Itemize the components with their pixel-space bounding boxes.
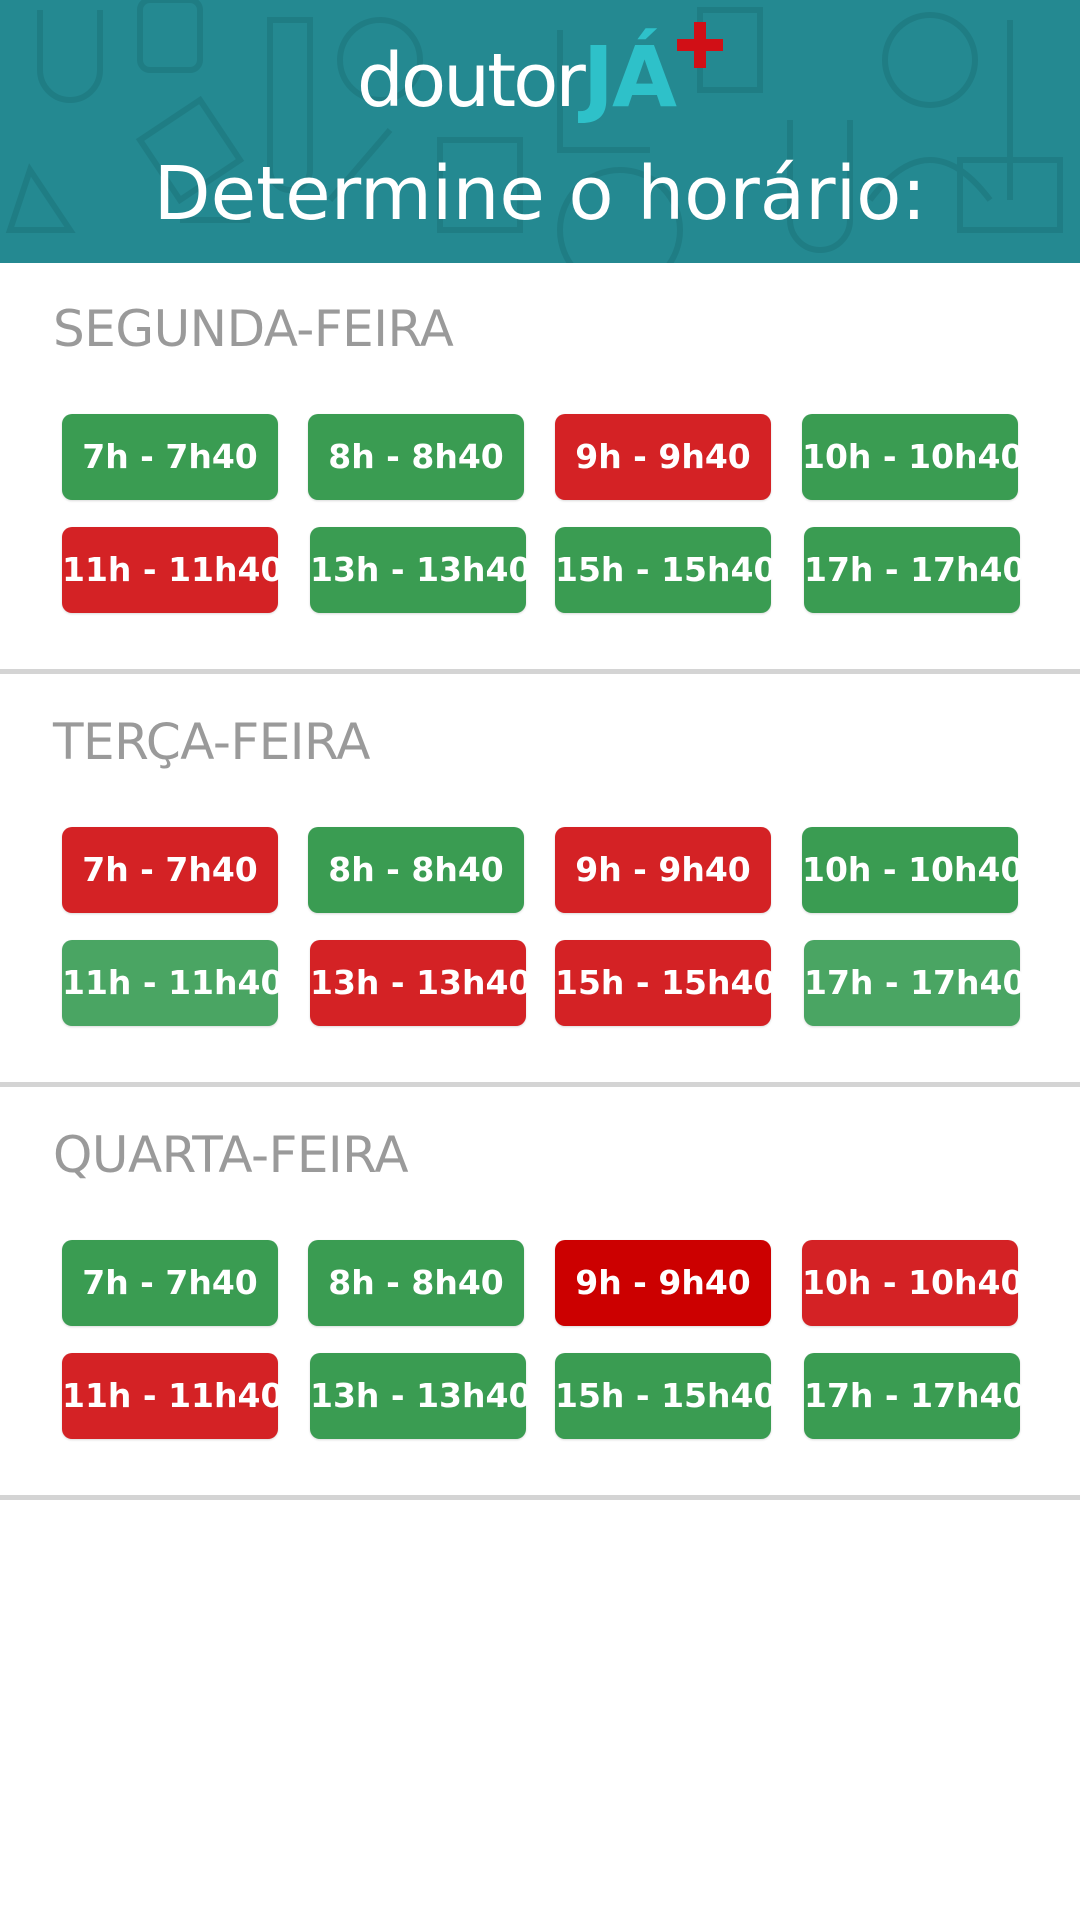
time-slot-button[interactable]: 13h - 13h40 (310, 1353, 531, 1439)
day-section: QUARTA-FEIRA 7h - 7h40 8h - 8h40 9h - 9h40 1… (0, 1089, 1080, 1502)
time-slot-button[interactable]: 15h - 15h40 (555, 940, 776, 1026)
time-slot-button[interactable]: 8h - 8h40 (308, 414, 524, 500)
day-section: SEGUNDA-FEIRA 7h - 7h40 8h - 8h40 9h - 9h40… (0, 263, 1080, 676)
time-slot-button[interactable]: 9h - 9h40 (555, 827, 771, 913)
doutorja-logo: doutorJÁ (0, 22, 1080, 132)
red-plus-icon (677, 22, 724, 68)
time-slot-button[interactable]: 7h - 7h40 (62, 1240, 278, 1326)
day-title: TERÇA-FEIRA (53, 713, 370, 771)
day-title: QUARTA-FEIRA (53, 1126, 409, 1184)
time-slot-button[interactable]: 9h - 9h40 (555, 414, 771, 500)
day-title: SEGUNDA-FEIRA (53, 300, 454, 358)
section-divider (0, 1082, 1080, 1087)
day-section: TERÇA-FEIRA 7h - 7h40 8h - 8h40 9h - 9h40 10… (0, 676, 1080, 1089)
time-slot-button[interactable]: 13h - 13h40 (310, 940, 531, 1026)
time-slot-button[interactable]: 10h - 10h40 (802, 827, 1023, 913)
time-slot-button[interactable]: 9h - 9h40 (555, 1240, 771, 1326)
logo-text-doutor: doutor (356, 38, 586, 124)
time-slot-button[interactable]: 11h - 11h40 (62, 940, 283, 1026)
section-divider (0, 1495, 1080, 1500)
time-slot-button[interactable]: 7h - 7h40 (62, 827, 278, 913)
time-slot-button[interactable]: 10h - 10h40 (802, 1240, 1023, 1326)
time-slot-button[interactable]: 17h - 17h40 (804, 527, 1025, 613)
section-divider (0, 669, 1080, 674)
time-slot-button[interactable]: 7h - 7h40 (62, 414, 278, 500)
time-slot-button[interactable]: 11h - 11h40 (62, 1353, 283, 1439)
time-slot-button[interactable]: 15h - 15h40 (555, 1353, 776, 1439)
time-slot-button[interactable]: 17h - 17h40 (804, 940, 1025, 1026)
time-slot-button[interactable]: 8h - 8h40 (308, 1240, 524, 1326)
page-title: Determine o horário: (153, 151, 927, 237)
time-slot-button[interactable]: 8h - 8h40 (308, 827, 524, 913)
time-slot-button[interactable]: 10h - 10h40 (802, 414, 1023, 500)
time-slot-button[interactable]: 13h - 13h40 (310, 527, 531, 613)
time-slot-button[interactable]: 15h - 15h40 (555, 527, 776, 613)
logo-text-ja: JÁ (582, 28, 677, 126)
time-slot-button[interactable]: 11h - 11h40 (62, 527, 283, 613)
app-header: doutorJÁ Determine o horário: (0, 0, 1080, 263)
time-slot-button[interactable]: 17h - 17h40 (804, 1353, 1025, 1439)
